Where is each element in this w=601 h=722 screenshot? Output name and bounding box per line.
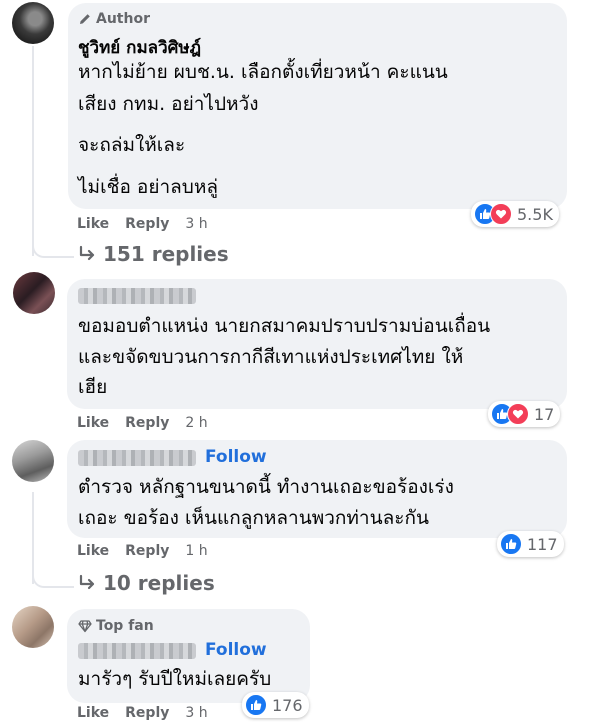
like-button[interactable]: Like [77, 216, 109, 232]
thread-line [32, 46, 34, 256]
reply-button[interactable]: Reply [125, 415, 169, 431]
comment-actions: Like Reply 3 h [77, 216, 224, 232]
timestamp[interactable]: 3 h [185, 705, 207, 721]
reaction-count: 117 [527, 534, 558, 554]
like-reaction-icon [245, 694, 267, 716]
comment-line: หากไม่ย้าย ผบช.น. เลือกตั้งเที่ยวหน้า คะ… [78, 61, 448, 83]
comment-line: จะถล่มให้เละ [78, 134, 186, 156]
replies-count: 10 replies [103, 571, 215, 595]
reaction-count: 17 [534, 404, 555, 424]
reaction-count: 176 [272, 695, 303, 715]
reaction-summary[interactable]: 5.5K [471, 201, 559, 227]
reaction-count: 5.5K [517, 204, 553, 224]
reaction-summary[interactable]: 17 [488, 401, 561, 427]
timestamp[interactable]: 3 h [185, 216, 207, 232]
view-replies-link[interactable]: 10 replies [78, 571, 215, 595]
comment-line: เถอะ ขอร้อง เห็นแกลูกหลานพวกท่านละกัน [78, 507, 429, 529]
commenter-name-redacted[interactable] [78, 643, 196, 659]
reaction-summary[interactable]: 176 [242, 692, 309, 718]
badge-label: Top fan [96, 618, 154, 634]
view-replies-link[interactable]: 151 replies [78, 242, 229, 266]
follow-button[interactable]: Follow [205, 447, 267, 467]
replies-count: 151 replies [103, 242, 229, 266]
follow-button[interactable]: Follow [205, 640, 267, 660]
commenter-name-redacted[interactable] [78, 288, 196, 304]
comment-actions: Like Reply 1 h [77, 543, 224, 559]
reaction-summary[interactable]: 117 [497, 531, 564, 557]
author-badge: Author [78, 11, 150, 27]
pencil-icon [80, 14, 90, 24]
reply-button[interactable]: Reply [125, 705, 169, 721]
comment-actions: Like Reply 2 h [77, 415, 224, 431]
thread-line [32, 236, 74, 258]
like-button[interactable]: Like [77, 543, 109, 559]
diamond-icon [78, 620, 92, 633]
reply-button[interactable]: Reply [125, 216, 169, 232]
love-reaction-icon [507, 403, 529, 425]
like-button[interactable]: Like [77, 415, 109, 431]
like-button[interactable]: Like [77, 705, 109, 721]
top-fan-badge: Top fan [78, 618, 154, 634]
badge-label: Author [96, 11, 150, 27]
reply-button[interactable]: Reply [125, 543, 169, 559]
timestamp[interactable]: 1 h [185, 543, 207, 559]
comment-line: ตำรวจ หลักฐานขนาดนี้ ทำงานเถอะขอร้องเร่ง [78, 476, 454, 498]
comment-line: เสียง กทม. อย่าไปหวัง [78, 93, 259, 115]
avatar[interactable] [12, 440, 54, 482]
comment-line: ขอมอบตำแหน่ง นายกสมาคมปราบปรามบ่อนเถื่อน [78, 315, 491, 337]
comment-actions: Like Reply 3 h [77, 705, 224, 721]
timestamp[interactable]: 2 h [185, 415, 207, 431]
avatar[interactable] [13, 272, 55, 314]
avatar[interactable] [12, 2, 54, 44]
comment-line: และขจัดขบวนการกากีสีเทาแห่งประเทศไทย ให้ [78, 346, 464, 368]
like-reaction-icon [500, 533, 522, 555]
comment-line: ไม่เชื่อ อย่าลบหลู่ [78, 176, 219, 198]
commenter-name-redacted[interactable] [78, 450, 196, 466]
avatar[interactable] [12, 606, 54, 648]
comment-line: มารัวๆ รับปีใหม่เลยครับ [78, 668, 272, 690]
reply-arrow-icon [79, 574, 95, 590]
comment-line: เฮีย [78, 376, 108, 398]
reply-arrow-icon [79, 245, 95, 261]
love-reaction-icon [490, 203, 512, 225]
thread-line [32, 566, 74, 588]
